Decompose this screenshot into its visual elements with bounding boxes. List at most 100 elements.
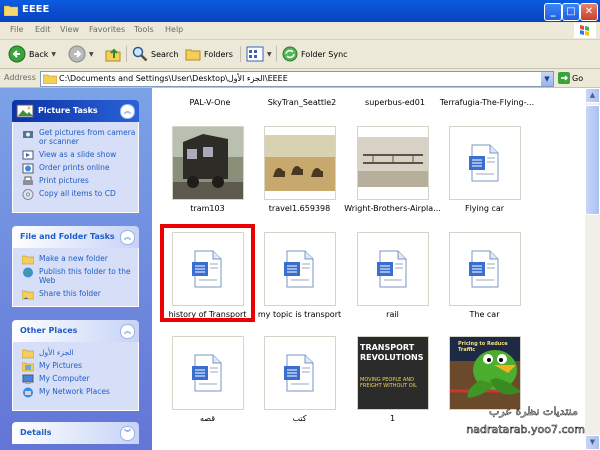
book-title-line2: REVOLUTIONS: [360, 353, 424, 362]
menu-file[interactable]: File: [10, 25, 23, 34]
folder-icon: [4, 5, 18, 16]
sidebar-item-order-prints[interactable]: Order prints online: [13, 161, 138, 174]
order-prints-icon: [22, 163, 34, 174]
sidebar-item-label: Print pictures: [39, 176, 89, 185]
book-title-line1: TRANSPORT: [360, 343, 415, 352]
go-button[interactable]: Go: [558, 72, 583, 84]
sidebar-item-label: Get pictures from camera or scanner: [39, 128, 136, 146]
forward-button[interactable]: ▼: [68, 44, 94, 64]
address-input[interactable]: C:\Documents and Settings\User\Desktop\ا…: [40, 71, 554, 87]
forward-dropdown-icon[interactable]: ▼: [89, 51, 94, 58]
picture-tasks-header[interactable]: Picture Tasks ︽: [12, 100, 139, 122]
address-label: Address: [4, 73, 36, 82]
vertical-scrollbar[interactable]: ▲ ▼: [585, 88, 600, 450]
sidebar-item-print[interactable]: Print pictures: [13, 174, 138, 187]
document-icon: [284, 250, 314, 288]
file-folder-tasks-header[interactable]: File and Folder Tasks ︽: [12, 226, 139, 248]
file-caption: tram103: [190, 204, 225, 213]
details-panel: Details ︾: [12, 422, 139, 444]
views-button[interactable]: ▼: [246, 44, 272, 64]
scroll-up-icon[interactable]: ▲: [585, 88, 600, 103]
file-superbus[interactable]: superbus-ed01: [345, 98, 445, 107]
other-places-header[interactable]: Other Places ︽: [12, 320, 139, 342]
close-button[interactable]: ✕: [580, 3, 598, 21]
document-thumbnail: [172, 336, 244, 410]
watermark-url: nadratarab.yoo7.com: [466, 423, 585, 436]
sidebar-item-slideshow[interactable]: View as a slide show: [13, 148, 138, 161]
sidebar-item-label: Share this folder: [39, 289, 101, 298]
file-caption: The car: [469, 310, 500, 319]
menu-edit[interactable]: Edit: [35, 25, 51, 34]
views-dropdown-icon[interactable]: ▼: [267, 51, 272, 58]
file-folder-tasks-panel: File and Folder Tasks ︽ Make a new folde…: [12, 226, 139, 307]
file-my-topic[interactable]: my topic is transport: [252, 232, 347, 332]
file-rail[interactable]: rail: [345, 232, 440, 332]
file-flying-car[interactable]: Flying car: [437, 126, 532, 226]
sidebar-item-copy-cd[interactable]: Copy all items to CD: [13, 187, 138, 200]
file-caption: Wright-Brothers-Airpla...: [344, 204, 441, 213]
menu-help[interactable]: Help: [165, 25, 183, 34]
file-caption: Flying car: [464, 204, 505, 213]
sidebar-item-label: Copy all items to CD: [39, 189, 116, 198]
file-caption: travel1.659398: [268, 204, 331, 213]
file-wright-brothers[interactable]: Wright-Brothers-Airpla...: [344, 126, 441, 226]
back-button[interactable]: Back ▼: [8, 44, 56, 64]
computer-icon: [22, 374, 34, 384]
sidebar-item-publish-web[interactable]: Publish this folder to the Web: [13, 265, 138, 287]
expand-chevron-icon[interactable]: ︾: [120, 426, 135, 441]
share-folder-icon: [22, 290, 34, 300]
sidebar-item-share-folder[interactable]: Share this folder: [13, 287, 138, 300]
sidebar-item-parent-folder[interactable]: الجزء الأول: [13, 346, 138, 359]
sidebar-item-label: My Pictures: [39, 361, 82, 370]
highlight-box: [160, 224, 255, 322]
scroll-down-icon[interactable]: ▼: [585, 435, 600, 450]
collapse-chevron-icon[interactable]: ︽: [120, 104, 135, 119]
file-skytran[interactable]: SkyTran_Seattle2: [252, 98, 352, 107]
picture-tasks-title: Picture Tasks: [38, 106, 98, 115]
window-title: EEEE: [22, 4, 50, 15]
standard-toolbar: Back ▼ ▼ Search Folders ▼ Folder Sync: [0, 40, 600, 69]
details-title: Details: [20, 428, 52, 437]
collapse-chevron-icon[interactable]: ︽: [120, 230, 135, 245]
folder-sync-button[interactable]: Folder Sync: [282, 44, 348, 64]
sidebar-item-my-computer[interactable]: My Computer: [13, 372, 138, 385]
back-dropdown-icon[interactable]: ▼: [51, 51, 56, 58]
document-icon: [284, 354, 314, 392]
sidebar-item-new-folder[interactable]: Make a new folder: [13, 252, 138, 265]
collapse-chevron-icon[interactable]: ︽: [120, 324, 135, 339]
maximize-button[interactable]: □: [562, 3, 580, 21]
sidebar-item-label: View as a slide show: [39, 150, 117, 159]
file-tram103[interactable]: tram103: [160, 126, 255, 226]
sidebar-item-label: Order prints online: [39, 163, 110, 172]
file-the-car[interactable]: The car: [437, 232, 532, 332]
sidebar-item-my-pictures[interactable]: My Pictures: [13, 359, 138, 372]
desert-camels-thumbnail: [264, 126, 336, 200]
go-arrow-icon: [558, 72, 570, 84]
sidebar-item-my-network[interactable]: My Network Places: [13, 385, 138, 398]
scrollbar-thumb[interactable]: [585, 105, 600, 215]
forward-arrow-icon: [68, 45, 86, 63]
book-subtitle: MOVING PEOPLE AND FREIGHT WITHOUT OIL: [360, 377, 417, 389]
file-kutub[interactable]: كتب: [252, 336, 347, 436]
picture-tasks-panel: Picture Tasks ︽ Get pictures from camera…: [12, 100, 139, 213]
details-header[interactable]: Details ︾: [12, 422, 139, 444]
file-terrafugia[interactable]: Terrafugia-The-Flying-...: [437, 98, 537, 107]
watermark-arabic: منتديات نظرة عرب: [489, 405, 578, 418]
task-pane: Picture Tasks ︽ Get pictures from camera…: [0, 88, 152, 450]
menu-favorites[interactable]: Favorites: [89, 25, 125, 34]
menu-view[interactable]: View: [60, 25, 79, 34]
minimize-button[interactable]: _: [544, 3, 562, 21]
folders-icon: [185, 49, 201, 61]
file-pal-v-one[interactable]: PAL-V-One: [160, 98, 260, 107]
up-folder-button[interactable]: [104, 44, 122, 64]
file-travel1[interactable]: travel1.659398: [252, 126, 347, 226]
new-folder-icon: [22, 255, 34, 265]
search-button[interactable]: Search: [132, 44, 178, 64]
sidebar-item-label: Make a new folder: [39, 254, 108, 263]
file-qissa[interactable]: قصه: [160, 336, 255, 436]
book-cover-thumbnail: TRANSPORT REVOLUTIONS MOVING PEOPLE AND …: [357, 336, 429, 410]
address-dropdown-icon[interactable]: ▼: [541, 72, 553, 86]
menu-tools[interactable]: Tools: [134, 25, 154, 34]
folders-button[interactable]: Folders: [185, 44, 233, 64]
sidebar-item-get-pictures[interactable]: Get pictures from camera or scanner: [13, 126, 138, 148]
